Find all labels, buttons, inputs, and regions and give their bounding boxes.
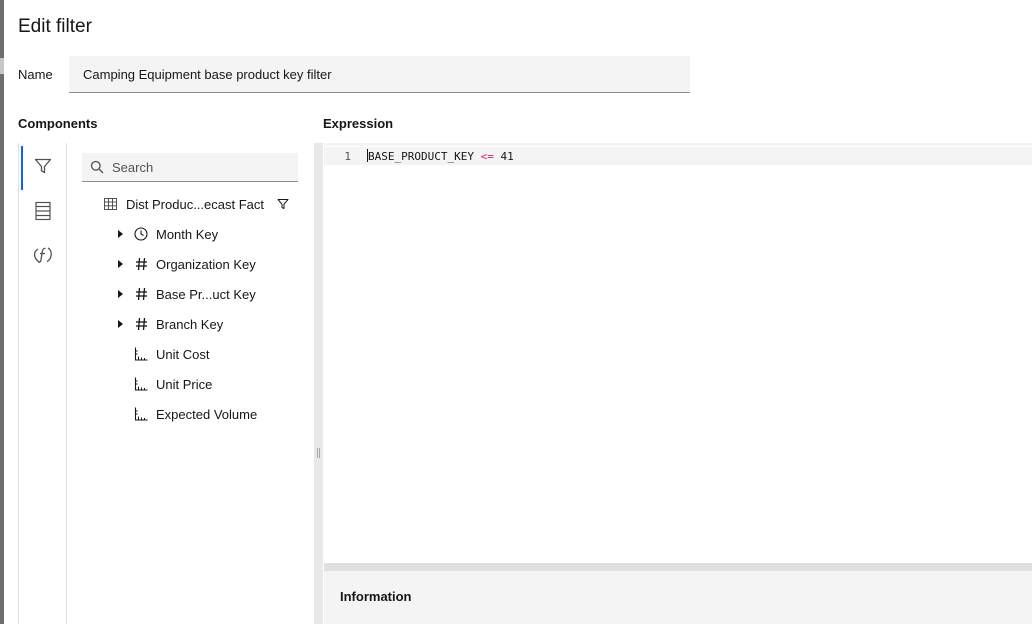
search-field[interactable]: [82, 153, 298, 182]
function-icon: [32, 244, 54, 271]
code-operator: <=: [480, 150, 494, 163]
tree-item-expected-volume[interactable]: Expected Volume: [82, 399, 298, 429]
name-label: Name: [18, 67, 53, 82]
tree-item-label: Unit Price: [156, 376, 213, 392]
information-panel: Information: [324, 571, 1032, 624]
expand-caret-icon[interactable]: [118, 260, 123, 268]
panel-splitter[interactable]: [314, 143, 323, 624]
data-tab[interactable]: [19, 191, 66, 235]
tree-item-month-key[interactable]: Month Key: [82, 219, 298, 249]
table-icon: [103, 197, 117, 211]
components-title: Components: [18, 116, 98, 131]
code-value: 41: [500, 150, 514, 163]
expression-editor[interactable]: 1 BASE_PRODUCT_KEY <= 41: [324, 143, 1032, 563]
hash-icon: [134, 317, 148, 331]
tree-item-label: Unit Cost: [156, 346, 210, 362]
tree-item-unit-cost[interactable]: Unit Cost: [82, 339, 298, 369]
filter-tab[interactable]: [19, 146, 66, 190]
search-icon: [82, 160, 112, 174]
tree-item-organization-key[interactable]: Organization Key: [82, 249, 298, 279]
filter-icon: [33, 156, 53, 181]
hash-icon: [134, 257, 148, 271]
background-window-edge: [0, 0, 4, 624]
line-number: 1: [344, 149, 351, 163]
functions-tab[interactable]: [19, 235, 66, 279]
expression-title: Expression: [323, 116, 394, 131]
measure-icon: [134, 407, 148, 421]
tree-item-label: Expected Volume: [156, 406, 258, 422]
tree-item-label: Organization Key: [156, 256, 256, 272]
tree-item-label: Branch Key: [156, 316, 224, 332]
code-field: BASE_PRODUCT_KEY: [368, 150, 474, 163]
tree-item-label: Month Key: [156, 226, 219, 242]
dialog-title: Edit filter: [18, 16, 92, 37]
measure-icon: [134, 347, 148, 361]
editor-scrollbar[interactable]: [324, 563, 1032, 571]
tree-root-label: Dist Produc...ecast Fact: [126, 196, 264, 212]
search-input[interactable]: [112, 153, 298, 181]
components-panel: Dist Produc...ecast Fact Month Key Organ…: [18, 143, 315, 624]
expand-caret-icon[interactable]: [118, 230, 123, 238]
code-text: BASE_PRODUCT_KEY <= 41: [367, 149, 514, 163]
measure-icon: [134, 377, 148, 391]
tree-root-item[interactable]: Dist Produc...ecast Fact: [82, 189, 298, 219]
hash-icon: [134, 287, 148, 301]
name-input[interactable]: [69, 56, 690, 93]
expand-caret-icon[interactable]: [118, 320, 123, 328]
filter-icon: [277, 198, 289, 210]
expand-caret-icon[interactable]: [118, 290, 123, 298]
information-title: Information: [340, 589, 412, 604]
tree-item-branch-key[interactable]: Branch Key: [82, 309, 298, 339]
tree-item-label: Base Pr...uct Key: [156, 286, 256, 302]
splitter-grip-icon: [317, 448, 320, 458]
data-table-icon: [34, 201, 52, 226]
components-tool-rail: [19, 143, 67, 624]
clock-icon: [134, 227, 148, 241]
code-line[interactable]: 1 BASE_PRODUCT_KEY <= 41: [324, 147, 1032, 165]
tree-item-base-product-key[interactable]: Base Pr...uct Key: [82, 279, 298, 309]
tree-item-unit-price[interactable]: Unit Price: [82, 369, 298, 399]
